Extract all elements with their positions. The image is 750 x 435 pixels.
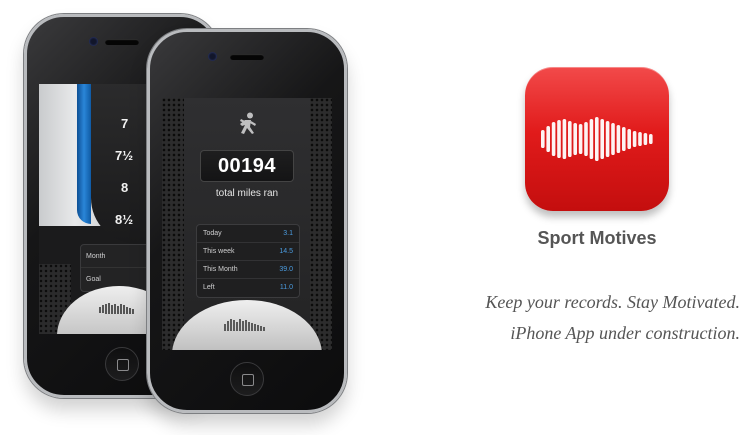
speaker-pad-right bbox=[310, 98, 332, 350]
wave-bar bbox=[600, 119, 604, 159]
ruler-label: 7½ bbox=[115, 148, 134, 163]
app-title: Sport Motives bbox=[537, 228, 657, 248]
front-phone-screen: 00194 total miles ran Today 3.1 This wee… bbox=[162, 98, 332, 350]
counter-label: total miles ran bbox=[215, 188, 279, 199]
wave-bar bbox=[573, 123, 577, 155]
sound-wave-icon bbox=[541, 117, 653, 161]
stat-label: This week bbox=[203, 248, 235, 255]
wave-bar bbox=[632, 131, 637, 147]
ruler-label: 8½ bbox=[115, 212, 134, 227]
back-stats-table: Month Goal bbox=[80, 244, 152, 292]
wave-bar bbox=[643, 133, 648, 145]
miles-counter: 00194 bbox=[200, 150, 294, 182]
tagline: Keep your records. Stay Motivated. bbox=[485, 292, 740, 312]
wave-bar bbox=[557, 120, 561, 158]
app-icon[interactable] bbox=[525, 67, 669, 211]
back-phone-screen: 7 7½ 8 8½ Month Goal bbox=[39, 84, 159, 334]
wave-bar bbox=[541, 130, 545, 148]
wave-bar bbox=[622, 127, 626, 151]
table-row[interactable]: This week 14.5 bbox=[197, 243, 299, 261]
wave-bar bbox=[546, 126, 550, 152]
stat-label: Today bbox=[203, 230, 222, 237]
wave-bar bbox=[611, 123, 615, 155]
table-row[interactable]: Left 11.0 bbox=[197, 279, 299, 297]
wave-bar bbox=[562, 119, 567, 159]
wave-bar bbox=[649, 134, 653, 144]
stat-label: This Month bbox=[203, 266, 238, 273]
wave-bar bbox=[551, 122, 556, 156]
speaker-grille bbox=[105, 39, 139, 45]
wave-bar bbox=[578, 124, 583, 154]
wave-bar bbox=[627, 129, 631, 149]
table-row[interactable]: Month bbox=[81, 245, 151, 268]
table-row[interactable]: Today 3.1 bbox=[197, 225, 299, 243]
stat-value: 14.5 bbox=[279, 248, 293, 255]
stat-label: Left bbox=[203, 284, 215, 291]
stats-table: Today 3.1 This week 14.5 This Month 39.0… bbox=[196, 224, 300, 298]
tagline-subtitle: iPhone App under construction. bbox=[510, 323, 740, 343]
stat-value: 11.0 bbox=[279, 284, 293, 291]
wave-bar bbox=[584, 122, 588, 156]
home-button[interactable] bbox=[105, 347, 139, 381]
wave-bar bbox=[595, 117, 599, 161]
wave-bar bbox=[616, 125, 621, 153]
front-camera-icon bbox=[208, 52, 217, 61]
front-camera-icon bbox=[89, 37, 98, 46]
runner-icon bbox=[240, 112, 256, 134]
ruler-label: 7 bbox=[121, 116, 129, 131]
phone-front: 00194 total miles ran Today 3.1 This wee… bbox=[147, 29, 347, 413]
ruler-progress-bar bbox=[77, 84, 91, 224]
wave-bar bbox=[605, 121, 610, 157]
wave-bar bbox=[568, 121, 572, 157]
wave-bar bbox=[638, 132, 642, 146]
ruler-label: 8 bbox=[121, 180, 129, 195]
record-dome bbox=[57, 286, 159, 334]
stat-value: 3.1 bbox=[283, 230, 293, 237]
table-row[interactable]: This Month 39.0 bbox=[197, 261, 299, 279]
wave-bar bbox=[589, 119, 594, 159]
speaker-grille bbox=[230, 54, 264, 60]
stat-value: 39.0 bbox=[279, 266, 293, 273]
speaker-pad-left bbox=[162, 98, 184, 350]
home-button[interactable] bbox=[230, 362, 264, 396]
sound-wave-icon bbox=[99, 303, 134, 314]
sound-wave-icon bbox=[224, 319, 265, 331]
